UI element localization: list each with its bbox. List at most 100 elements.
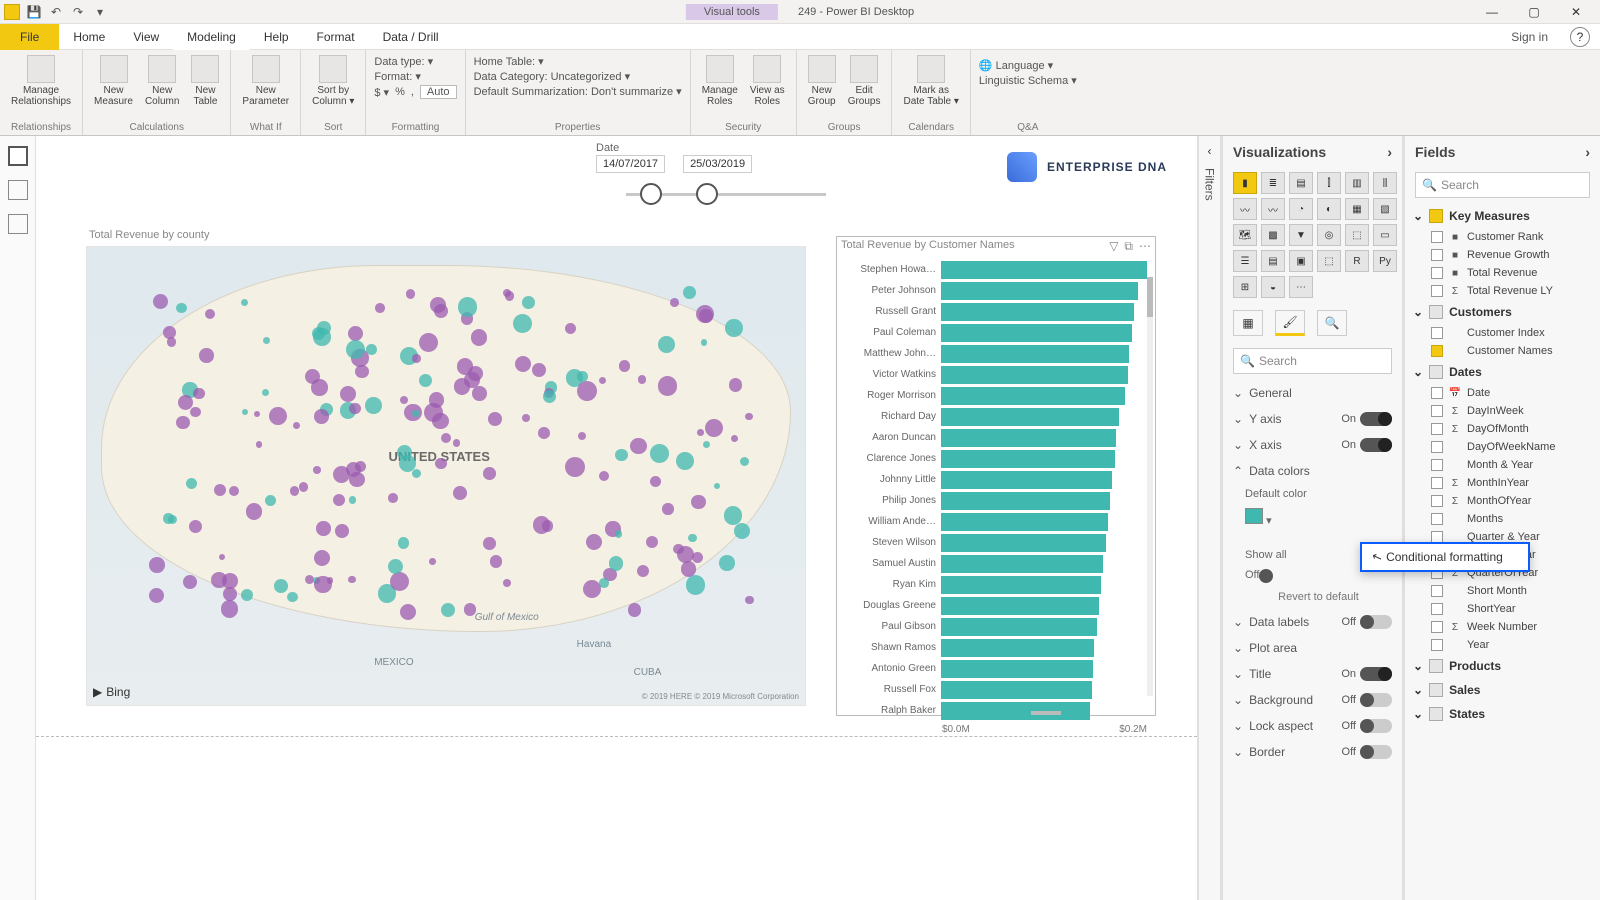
map-bubble[interactable]	[725, 319, 743, 337]
map-bubble[interactable]	[222, 573, 238, 589]
viz-type-24[interactable]: ⊞	[1233, 276, 1257, 298]
field-customer-index[interactable]: Customer Index	[1411, 324, 1594, 342]
filters-expand-icon[interactable]: ‹	[1208, 144, 1212, 158]
viz-type-3[interactable]: ⫿	[1317, 172, 1341, 194]
viz-type-6[interactable]: 〰	[1233, 198, 1257, 220]
map-bubble[interactable]	[262, 389, 269, 396]
map-bubble[interactable]	[719, 555, 734, 570]
field-customer-rank[interactable]: ■Customer Rank	[1411, 228, 1594, 246]
visual-filter-icon[interactable]: ▽	[1109, 239, 1118, 254]
map-bubble[interactable]	[190, 407, 200, 417]
viz-type-20[interactable]: ▣	[1289, 250, 1313, 272]
map-visual[interactable]: Total Revenue by county UNITED STATES ME…	[86, 246, 806, 706]
save-icon[interactable]: 💾	[26, 4, 42, 20]
comma-button[interactable]: ,	[411, 86, 414, 98]
map-bubble[interactable]	[658, 376, 677, 395]
viz-type-21[interactable]: ⬚	[1317, 250, 1341, 272]
field-dayinweek[interactable]: ΣDayInWeek	[1411, 402, 1594, 420]
slicer-handle-right[interactable]	[696, 183, 718, 205]
format-section-y-axis[interactable]: ⌄Y axisOn	[1233, 406, 1392, 432]
viz-type-10[interactable]: ▦	[1345, 198, 1369, 220]
map-bubble[interactable]	[599, 471, 609, 481]
new-column-button[interactable]: New Column	[142, 53, 182, 109]
bar[interactable]	[941, 303, 1134, 321]
qat-dropdown-icon[interactable]: ▾	[92, 4, 108, 20]
map-bubble[interactable]	[311, 379, 327, 395]
map-bubble[interactable]	[650, 476, 661, 487]
map-bubble[interactable]	[701, 339, 708, 346]
bar[interactable]	[941, 618, 1097, 636]
map-bubble[interactable]	[740, 457, 749, 466]
table-products[interactable]: ⌄Products	[1411, 654, 1594, 678]
viz-type-23[interactable]: Py	[1373, 250, 1397, 272]
format-section-border[interactable]: ⌄BorderOff	[1233, 739, 1392, 765]
map-bubble[interactable]	[412, 410, 419, 417]
bar[interactable]	[941, 639, 1094, 657]
map-bubble[interactable]	[229, 486, 239, 496]
bar[interactable]	[941, 366, 1128, 384]
conditional-formatting-context-menu[interactable]: ↖Conditional formatting	[1360, 542, 1530, 572]
field-date[interactable]: 📅Date	[1411, 384, 1594, 402]
data-type-dropdown[interactable]: Data type: ▾	[374, 55, 433, 68]
field-month-year[interactable]: Month & Year	[1411, 456, 1594, 474]
revert-to-default-button[interactable]: Revert to default	[1245, 585, 1392, 609]
report-view-icon[interactable]	[8, 146, 28, 166]
field-short-month[interactable]: Short Month	[1411, 582, 1594, 600]
view-as-roles-button[interactable]: View as Roles	[747, 53, 788, 109]
bar[interactable]	[941, 471, 1112, 489]
map-bubble[interactable]	[355, 365, 368, 378]
field-total-revenue[interactable]: ■Total Revenue	[1411, 264, 1594, 282]
bar[interactable]	[941, 555, 1103, 573]
slicer-handle-left[interactable]	[640, 183, 662, 205]
map-bubble[interactable]	[312, 327, 325, 340]
field-monthofyear[interactable]: ΣMonthOfYear	[1411, 492, 1594, 510]
format-search-input[interactable]: 🔍 Search	[1233, 348, 1392, 374]
slicer-to-input[interactable]: 25/03/2019	[683, 155, 752, 173]
edit-groups-button[interactable]: Edit Groups	[845, 53, 884, 109]
map-bubble[interactable]	[697, 429, 704, 436]
new-measure-button[interactable]: New Measure	[91, 53, 136, 109]
map-bubble[interactable]	[355, 461, 366, 472]
map-bubble[interactable]	[503, 579, 511, 587]
tab-view[interactable]: View	[119, 24, 173, 50]
viz-type-19[interactable]: ▤	[1261, 250, 1285, 272]
map-bubble[interactable]	[637, 565, 649, 577]
map-bubble[interactable]	[441, 603, 455, 617]
window-maximize-button[interactable]: ▢	[1514, 0, 1554, 24]
toggle-border[interactable]	[1360, 745, 1392, 759]
map-bubble[interactable]	[538, 427, 550, 439]
map-bubble[interactable]	[676, 452, 694, 470]
map-bubble[interactable]	[290, 486, 299, 495]
bar[interactable]	[941, 261, 1147, 279]
format-section-background[interactable]: ⌄BackgroundOff	[1233, 687, 1392, 713]
bar-chart-visual[interactable]: Total Revenue by Customer Names ▽ ⧉ ⋯ St…	[836, 236, 1156, 716]
table-dates[interactable]: ⌄Dates	[1411, 360, 1594, 384]
map-bubble[interactable]	[542, 520, 553, 531]
map-bubble[interactable]	[193, 388, 205, 400]
visual-focus-icon[interactable]: ⧉	[1124, 239, 1133, 254]
map-bubble[interactable]	[630, 438, 647, 455]
bar[interactable]	[941, 492, 1110, 510]
map-bubble[interactable]	[366, 344, 377, 355]
map-bubble[interactable]	[388, 559, 403, 574]
map-bubble[interactable]	[429, 558, 436, 565]
format-section-plot-area[interactable]: ⌄Plot area	[1233, 635, 1392, 661]
toggle-y-axis[interactable]	[1360, 412, 1392, 426]
new-group-button[interactable]: New Group	[805, 53, 839, 109]
viz-type-7[interactable]: 〰	[1261, 198, 1285, 220]
viz-type-16[interactable]: ⬚	[1345, 224, 1369, 246]
visual-more-icon[interactable]: ⋯	[1139, 239, 1151, 254]
toggle-background[interactable]	[1360, 693, 1392, 707]
viz-type-9[interactable]: ◐	[1317, 198, 1341, 220]
map-bubble[interactable]	[246, 503, 262, 519]
map-bubble[interactable]	[464, 603, 476, 615]
map-bubble[interactable]	[628, 603, 641, 616]
table-sales[interactable]: ⌄Sales	[1411, 678, 1594, 702]
manage-roles-button[interactable]: Manage Roles	[699, 53, 741, 109]
map-bubble[interactable]	[522, 296, 535, 309]
data-category-dropdown[interactable]: Data Category: Uncategorized ▾	[474, 70, 631, 83]
map-bubble[interactable]	[483, 537, 496, 550]
map-bubble[interactable]	[483, 467, 496, 480]
viz-type-5[interactable]: ⫼	[1373, 172, 1397, 194]
map-bubble[interactable]	[453, 439, 460, 446]
